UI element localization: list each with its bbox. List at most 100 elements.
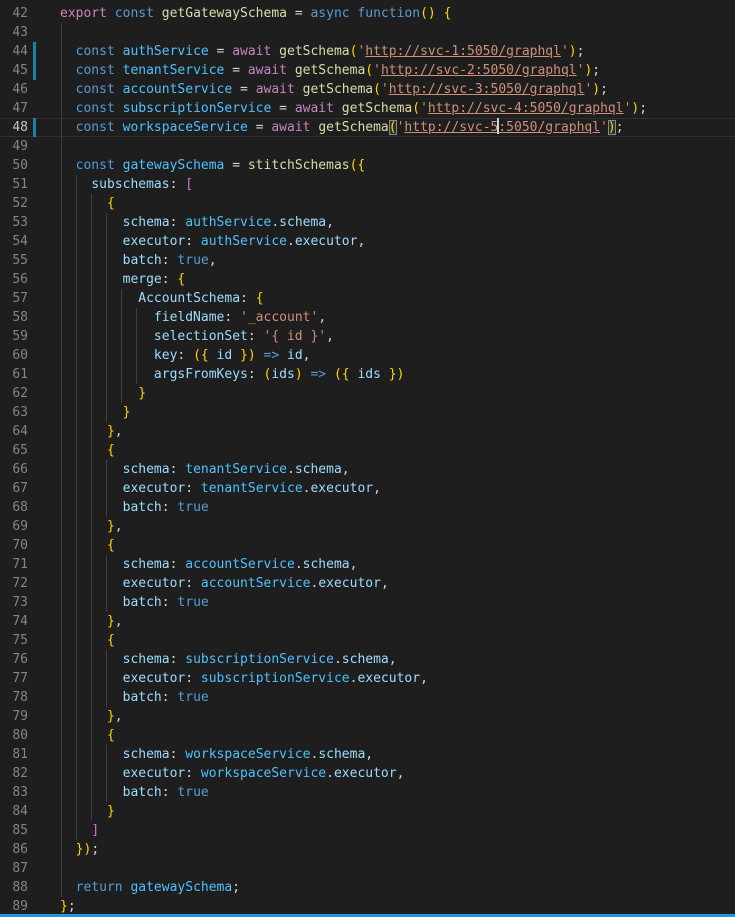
line-number[interactable]: 54 <box>0 232 28 251</box>
line-number[interactable]: 76 <box>0 650 28 669</box>
code-text[interactable]: selectionSet: '{ id }', <box>60 327 334 346</box>
code-line[interactable]: 46 const accountService = await getSchem… <box>0 80 735 99</box>
code-text[interactable]: executor: authService.executor, <box>60 232 365 251</box>
code-line[interactable]: 53 schema: authService.schema, <box>0 213 735 232</box>
code-text[interactable]: }, <box>60 517 123 536</box>
code-line[interactable]: 45 const tenantService = await getSchema… <box>0 61 735 80</box>
code-line[interactable]: 79 }, <box>0 707 735 726</box>
code-line[interactable]: 57 AccountSchema: { <box>0 289 735 308</box>
line-number[interactable]: 45 <box>0 61 28 80</box>
code-line[interactable]: 76 schema: subscriptionService.schema, <box>0 650 735 669</box>
line-number[interactable]: 53 <box>0 213 28 232</box>
code-text[interactable]: const subscriptionService = await getSch… <box>60 99 647 118</box>
code-line[interactable]: 75 { <box>0 631 735 650</box>
line-number[interactable]: 69 <box>0 517 28 536</box>
code-line[interactable]: 55 batch: true, <box>0 251 735 270</box>
code-line[interactable]: 62 } <box>0 384 735 403</box>
line-number[interactable]: 68 <box>0 498 28 517</box>
code-text[interactable]: merge: { <box>60 270 185 289</box>
code-text[interactable]: const gatewaySchema = stitchSchemas({ <box>60 156 365 175</box>
code-text[interactable]: subschemas: [ <box>60 175 193 194</box>
code-line[interactable]: 87 <box>0 859 735 878</box>
line-number[interactable]: 59 <box>0 327 28 346</box>
line-number[interactable]: 89 <box>0 897 28 916</box>
code-text[interactable]: executor: tenantService.executor, <box>60 479 381 498</box>
code-text[interactable]: schema: subscriptionService.schema, <box>60 650 397 669</box>
code-text[interactable]: executor: accountService.executor, <box>60 574 389 593</box>
code-text[interactable]: }; <box>60 897 76 916</box>
code-text[interactable]: } <box>60 403 130 422</box>
line-number[interactable]: 58 <box>0 308 28 327</box>
line-number[interactable]: 64 <box>0 422 28 441</box>
code-line[interactable]: 49 <box>0 137 735 156</box>
code-text[interactable]: } <box>60 384 146 403</box>
code-editor[interactable]: 42export const getGatewaySchema = async … <box>0 0 735 917</box>
line-number[interactable]: 62 <box>0 384 28 403</box>
line-number[interactable]: 50 <box>0 156 28 175</box>
code-line[interactable]: 89}; <box>0 897 735 916</box>
code-text[interactable]: }, <box>60 707 123 726</box>
code-line[interactable]: 58 fieldName: '_account', <box>0 308 735 327</box>
line-number[interactable]: 63 <box>0 403 28 422</box>
code-text[interactable]: { <box>60 194 115 213</box>
code-line[interactable]: 85 ] <box>0 821 735 840</box>
code-text[interactable]: AccountSchema: { <box>60 289 264 308</box>
line-number[interactable]: 57 <box>0 289 28 308</box>
code-line[interactable]: 54 executor: authService.executor, <box>0 232 735 251</box>
line-number[interactable]: 73 <box>0 593 28 612</box>
code-line[interactable]: 59 selectionSet: '{ id }', <box>0 327 735 346</box>
code-line[interactable]: 60 key: ({ id }) => id, <box>0 346 735 365</box>
code-line[interactable]: 61 argsFromKeys: (ids) => ({ ids }) <box>0 365 735 384</box>
line-number[interactable]: 86 <box>0 840 28 859</box>
code-line[interactable]: 74 }, <box>0 612 735 631</box>
code-line[interactable]: 56 merge: { <box>0 270 735 289</box>
code-text[interactable]: }); <box>60 840 99 859</box>
line-number[interactable]: 79 <box>0 707 28 726</box>
line-number[interactable]: 83 <box>0 783 28 802</box>
code-text[interactable]: { <box>60 536 115 555</box>
line-number[interactable]: 74 <box>0 612 28 631</box>
code-line[interactable]: 78 batch: true <box>0 688 735 707</box>
code-text[interactable]: batch: true <box>60 593 209 612</box>
code-line[interactable]: 52 { <box>0 194 735 213</box>
line-number[interactable]: 55 <box>0 251 28 270</box>
code-line[interactable]: 77 executor: subscriptionService.executo… <box>0 669 735 688</box>
line-number[interactable]: 61 <box>0 365 28 384</box>
code-line[interactable]: 44 const authService = await getSchema('… <box>0 42 735 61</box>
code-line[interactable]: 86 }); <box>0 840 735 859</box>
code-text[interactable]: batch: true <box>60 783 209 802</box>
line-number[interactable]: 75 <box>0 631 28 650</box>
code-line[interactable]: 73 batch: true <box>0 593 735 612</box>
code-text[interactable]: ] <box>60 821 99 840</box>
code-line[interactable]: 68 batch: true <box>0 498 735 517</box>
line-number[interactable]: 44 <box>0 42 28 61</box>
line-number[interactable]: 66 <box>0 460 28 479</box>
code-text[interactable]: } <box>60 802 115 821</box>
code-text[interactable]: { <box>60 441 115 460</box>
line-number[interactable]: 49 <box>0 137 28 156</box>
line-number[interactable]: 81 <box>0 745 28 764</box>
code-text[interactable]: const authService = await getSchema('htt… <box>60 42 584 61</box>
line-number[interactable]: 46 <box>0 80 28 99</box>
line-number[interactable]: 72 <box>0 574 28 593</box>
line-number[interactable]: 43 <box>0 23 28 42</box>
code-line[interactable]: 64 }, <box>0 422 735 441</box>
line-number[interactable]: 87 <box>0 859 28 878</box>
code-line[interactable]: 82 executor: workspaceService.executor, <box>0 764 735 783</box>
code-text[interactable]: schema: authService.schema, <box>60 213 334 232</box>
code-text[interactable]: schema: tenantService.schema, <box>60 460 350 479</box>
code-line[interactable]: 51 subschemas: [ <box>0 175 735 194</box>
code-text[interactable]: }, <box>60 422 123 441</box>
code-line[interactable]: 84 } <box>0 802 735 821</box>
line-number[interactable]: 60 <box>0 346 28 365</box>
code-text[interactable]: export const getGatewaySchema = async fu… <box>60 4 451 23</box>
code-line[interactable]: 48 const workspaceService = await getSch… <box>0 118 735 137</box>
line-number[interactable]: 70 <box>0 536 28 555</box>
line-number[interactable]: 51 <box>0 175 28 194</box>
code-line[interactable]: 43 <box>0 23 735 42</box>
code-text[interactable]: fieldName: '_account', <box>60 308 326 327</box>
line-number[interactable]: 85 <box>0 821 28 840</box>
line-number[interactable]: 82 <box>0 764 28 783</box>
line-number[interactable]: 78 <box>0 688 28 707</box>
code-text[interactable]: const tenantService = await getSchema('h… <box>60 61 600 80</box>
